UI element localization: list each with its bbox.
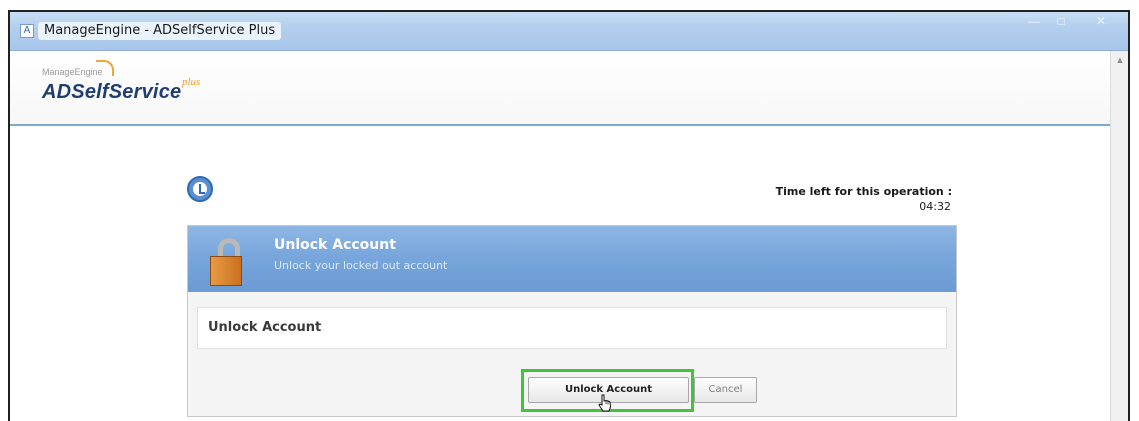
clock-icon	[187, 176, 213, 202]
maximize-button[interactable]: □	[1050, 12, 1072, 32]
logo-swoosh-icon	[96, 60, 114, 76]
unlock-account-section: Unlock Account	[197, 307, 947, 349]
lock-icon	[210, 238, 242, 286]
section-label: Unlock Account	[208, 320, 322, 335]
logo-product-text: ADSelfService	[42, 81, 182, 103]
minimize-button[interactable]: —	[1022, 12, 1046, 32]
timer-label: Time left for this operation :	[775, 185, 952, 198]
app-icon: A	[20, 24, 34, 38]
app-header: ManageEngine ADSelfService plus	[10, 51, 1110, 126]
title-bar: A ManageEngine - ADSelfService Plus — □ …	[10, 12, 1128, 51]
hand-cursor-icon	[598, 394, 612, 412]
cancel-button[interactable]: Cancel	[694, 377, 757, 403]
logo-vendor-text: ManageEngine	[42, 67, 103, 77]
logo-plus-text: plus	[182, 76, 201, 88]
panel-title: Unlock Account	[274, 237, 396, 253]
scroll-up-arrow-icon[interactable]: ▲	[1111, 51, 1128, 69]
window-title: ManageEngine - ADSelfService Plus	[38, 22, 282, 40]
close-button[interactable]: ✕	[1088, 12, 1114, 32]
main-content: Time left for this operation : 04:32 Unl…	[10, 126, 1110, 421]
panel-subtitle: Unlock your locked out account	[274, 259, 448, 272]
timer-value: 04:32	[919, 200, 951, 213]
panel-header: Unlock Account Unlock your locked out ac…	[188, 226, 956, 292]
unlock-account-panel: Unlock Account Unlock your locked out ac…	[187, 225, 957, 417]
vertical-scrollbar[interactable]: ▲	[1110, 51, 1128, 421]
browser-window: A ManageEngine - ADSelfService Plus — □ …	[8, 10, 1130, 421]
